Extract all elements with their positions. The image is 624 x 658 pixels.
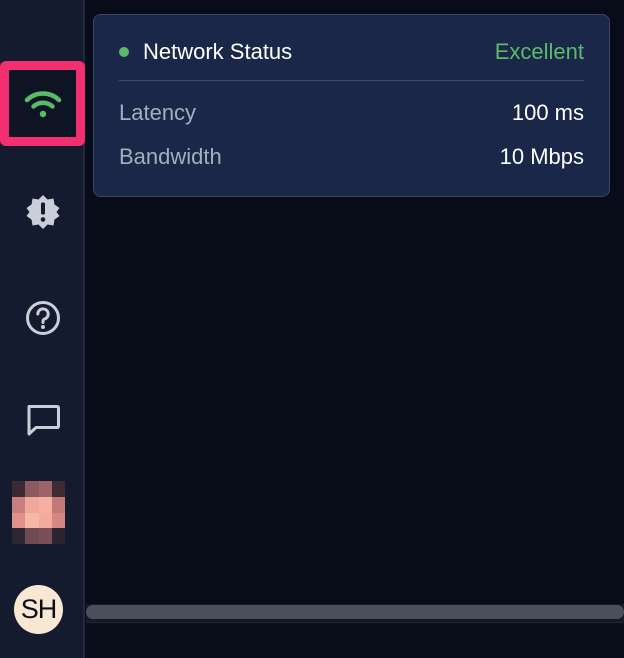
chat-button[interactable] — [0, 388, 85, 452]
avatar-initials: SH — [20, 594, 58, 624]
latency-value: 100 ms — [511, 100, 584, 125]
horizontal-scrollbar-thumb[interactable] — [86, 605, 624, 619]
app-frame: SH Network Status Excellent Latency 100 … — [0, 0, 624, 658]
bottom-bar — [86, 622, 624, 658]
popover-title: Network Status — [143, 39, 293, 64]
popover-divider — [119, 80, 584, 81]
popover-header: Network Status Excellent — [119, 37, 584, 67]
network-status-popover: Network Status Excellent Latency 100 ms … — [93, 14, 610, 197]
question-circle-icon — [25, 300, 61, 336]
help-button[interactable] — [0, 286, 85, 350]
bandwidth-row: Bandwidth 10 Mbps — [119, 142, 584, 172]
user-avatar[interactable]: SH — [14, 585, 63, 634]
bandwidth-value: 10 Mbps — [499, 144, 584, 169]
status-dot-icon — [119, 47, 129, 57]
network-status-button[interactable] — [0, 61, 85, 146]
alert-badge-icon — [24, 193, 62, 231]
wifi-icon — [24, 89, 62, 119]
chat-bubble-icon — [25, 403, 61, 437]
latency-label: Latency — [119, 100, 197, 125]
latency-row: Latency 100 ms — [119, 98, 584, 128]
sidebar: SH — [0, 0, 85, 658]
popover-title-group: Network Status — [119, 39, 292, 65]
network-quality-status: Excellent — [494, 39, 584, 64]
bandwidth-label: Bandwidth — [119, 144, 222, 169]
report-issue-button[interactable] — [0, 180, 85, 244]
thumbnail-image[interactable] — [12, 481, 65, 544]
